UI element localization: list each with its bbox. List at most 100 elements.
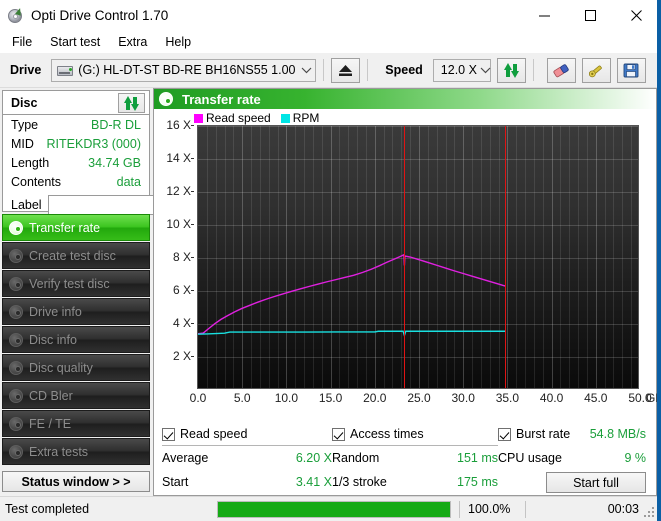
start-label: Start: [162, 475, 188, 489]
minimize-button[interactable]: [521, 0, 567, 31]
chart-x-tick: 35.0: [496, 391, 519, 405]
disc-icon: [3, 305, 29, 319]
chart-x-tick: 30.0: [452, 391, 475, 405]
disc-type-value: BD-R DL: [91, 118, 141, 132]
disc-icon: [3, 249, 29, 263]
disc-icon: [3, 417, 29, 431]
disc-contents-value: data: [117, 175, 141, 189]
sidebar-item-extra-tests[interactable]: Extra tests: [2, 438, 150, 465]
average-label: Average: [162, 451, 208, 465]
chart-x-tick: 15.0: [319, 391, 342, 405]
sidebar-item-transfer-rate[interactable]: Transfer rate: [2, 214, 150, 241]
sidebar-item-label: CD Bler: [29, 389, 73, 403]
sidebar-item-drive-info[interactable]: Drive info: [2, 298, 150, 325]
sidebar-item-label: Extra tests: [29, 445, 88, 459]
average-value: 6.20 X: [296, 451, 332, 465]
eject-button[interactable]: [331, 58, 360, 83]
elapsed-time: 00:03: [525, 501, 659, 518]
chevron-down-icon-speed: [477, 67, 495, 74]
cpu-usage-label: CPU usage: [498, 451, 562, 465]
start-value: 3.41 X: [296, 475, 332, 489]
chart-series-svg: [198, 126, 639, 389]
chart-x-tick: 40.0: [540, 391, 563, 405]
access-times-label: Access times: [350, 427, 424, 441]
refresh-drive-button[interactable]: [497, 58, 526, 83]
chart-y-axis: 2 X4 X6 X8 X10 X12 X14 X16 X: [154, 125, 194, 389]
sidebar-item-disc-info[interactable]: Disc info: [2, 326, 150, 353]
sidebar-item-label: Create test disc: [29, 249, 116, 263]
chart-y-tick: 4 X: [173, 316, 191, 330]
disc-refresh-button[interactable]: [118, 93, 145, 113]
menu-extra[interactable]: Extra: [109, 33, 156, 51]
read-speed-checkbox[interactable]: [162, 428, 175, 441]
legend-entry: RPM: [281, 111, 320, 125]
chart-x-tick: 10.0: [275, 391, 298, 405]
transfer-rate-chart: Read speedRPM 2 X4 X6 X8 X10 X12 X14 X16…: [154, 109, 656, 421]
access-times-checkbox[interactable]: [332, 428, 345, 441]
speed-select[interactable]: 12.0 X: [433, 59, 491, 82]
chart-y-tickmark: [191, 257, 194, 258]
disc-length-label: Length: [11, 156, 49, 170]
legend-label: RPM: [293, 111, 320, 125]
random-value: 151 ms: [457, 451, 498, 465]
chart-y-tickmark: [191, 290, 194, 291]
tools-button[interactable]: [582, 58, 611, 83]
legend-swatch: [281, 114, 290, 123]
disc-icon: [3, 277, 29, 291]
save-button[interactable]: [617, 58, 646, 83]
chart-series-read-speed: [198, 255, 505, 334]
progress-percent: 100.0%: [459, 501, 525, 518]
window-edge-accent: [657, 0, 659, 521]
chart-y-tickmark: [191, 323, 194, 324]
menu-start-test[interactable]: Start test: [41, 33, 109, 51]
chart-y-tickmark: [191, 125, 194, 126]
stat-row-cpu-usage: CPU usage 9 %: [498, 446, 646, 470]
application-window: Opti Drive Control 1.70 File Start test …: [0, 0, 661, 521]
status-window-button[interactable]: Status window > >: [2, 471, 150, 492]
window-title: Opti Drive Control 1.70: [31, 8, 521, 23]
status-message: Test completed: [5, 502, 205, 516]
stat-row-average: Average 6.20 X: [162, 446, 332, 470]
statistics-panel: Read speed Average 6.20 X Start 3.41 X E…: [154, 421, 656, 495]
toolbar-divider-2: [367, 59, 368, 81]
read-speed-label: Read speed: [180, 427, 247, 441]
sidebar-item-fe-te[interactable]: FE / TE: [2, 410, 150, 437]
menu-help[interactable]: Help: [156, 33, 200, 51]
sidebar-item-verify-test-disc[interactable]: Verify test disc: [2, 270, 150, 297]
disc-row-contents: Contents data: [3, 172, 149, 191]
sidebar-item-label: Transfer rate: [29, 221, 100, 235]
burst-rate-header[interactable]: Burst rate 54.8 MB/s: [498, 427, 646, 441]
start-full-button[interactable]: Start full: [546, 472, 646, 493]
sidebar-item-disc-quality[interactable]: Disc quality: [2, 354, 150, 381]
sidebar-item-create-test-disc[interactable]: Create test disc: [2, 242, 150, 269]
erase-button[interactable]: [547, 58, 576, 83]
disc-icon: [3, 221, 29, 235]
toolbar-divider-3: [533, 59, 534, 81]
sidebar-item-cd-bler[interactable]: CD Bler: [2, 382, 150, 409]
disc-icon: [154, 92, 178, 106]
burst-rate-checkbox[interactable]: [498, 428, 511, 441]
drive-select[interactable]: (G:) HL-DT-ST BD-RE BH16NS55 1.00: [51, 59, 316, 82]
resize-grip[interactable]: [644, 507, 656, 519]
chart-legend: Read speedRPM: [194, 111, 329, 125]
chart-marker-layer-break: [404, 126, 405, 388]
right-panel: Transfer rate Read speedRPM 2 X4 X6 X8 X…: [153, 88, 657, 496]
chevron-down-icon: [297, 67, 315, 74]
disc-icon: [3, 389, 29, 403]
chart-y-tick: 12 X: [166, 184, 191, 198]
speed-select-value: 12.0 X: [434, 63, 477, 77]
maximize-button[interactable]: [567, 0, 613, 31]
access-times-header[interactable]: Access times: [332, 427, 498, 441]
menu-file[interactable]: File: [3, 33, 41, 51]
disc-length-value: 34.74 GB: [88, 156, 141, 170]
read-speed-header[interactable]: Read speed: [162, 427, 332, 441]
chart-x-axis: 0.05.010.015.020.025.030.035.040.045.050…: [154, 391, 656, 409]
sidebar-nav: Transfer rate Create test disc Verify te…: [2, 214, 150, 466]
toolbar: Drive (G:) HL-DT-ST BD-RE BH16NS55 1.00 …: [0, 53, 659, 88]
cpu-usage-value: 9 %: [624, 451, 646, 465]
chart-panel-header: Transfer rate: [154, 89, 656, 109]
chart-y-tick: 2 X: [173, 349, 191, 363]
disc-row-length: Length 34.74 GB: [3, 153, 149, 172]
menu-bar: File Start test Extra Help: [0, 31, 659, 53]
close-button[interactable]: [613, 0, 659, 31]
